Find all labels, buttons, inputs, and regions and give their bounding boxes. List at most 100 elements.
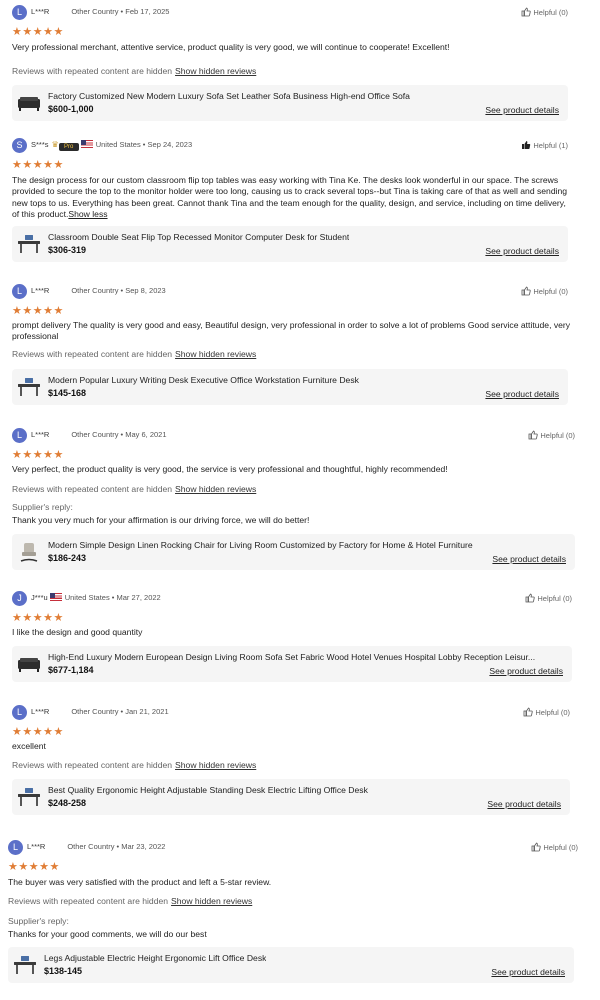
- helpful-button[interactable]: Helpful (0): [531, 842, 578, 852]
- helpful-count: Helpful (0): [543, 843, 578, 852]
- reviewer-country: Other Country: [71, 707, 119, 716]
- sofa-thumbnail: [17, 91, 41, 115]
- product-name[interactable]: Modern Simple Design Linen Rocking Chair…: [48, 540, 473, 550]
- product-name[interactable]: Legs Adjustable Electric Height Ergonomi…: [44, 953, 266, 963]
- reviewer-country: Other Country: [71, 430, 119, 439]
- helpful-button[interactable]: Helpful (1): [521, 140, 568, 150]
- reviewer-meta: S***s ♛ Pro United States • Sep 24, 2023: [31, 140, 193, 151]
- hidden-reviews-text: Reviews with repeated content are hidden: [12, 349, 173, 359]
- show-hidden-reviews-link[interactable]: Show hidden reviews: [175, 760, 256, 770]
- see-product-details-link[interactable]: See product details: [489, 666, 563, 676]
- review-date: Mar 23, 2022: [121, 842, 166, 851]
- product-name[interactable]: High-End Luxury Modern European Design L…: [48, 652, 535, 662]
- show-hidden-reviews-link[interactable]: Show hidden reviews: [171, 896, 252, 906]
- see-product-details-link[interactable]: See product details: [491, 967, 565, 977]
- supplier-reply-label: Supplier's reply:: [8, 916, 69, 926]
- product-name[interactable]: Factory Customized New Modern Luxury Sof…: [48, 91, 410, 101]
- review-body: excellent: [12, 741, 46, 751]
- product-price: $248-258: [48, 798, 87, 808]
- review-header: L L***R Other Country • Feb 17, 2025: [12, 5, 572, 23]
- product-price: $186-243: [48, 553, 87, 563]
- product-card[interactable]: Modern Popular Luxury Writing Desk Execu…: [12, 369, 568, 405]
- product-price: $145-168: [48, 388, 87, 398]
- see-product-details-link[interactable]: See product details: [492, 554, 566, 564]
- review-body: Very professional merchant, attentive se…: [12, 42, 450, 52]
- product-price: $600-1,000: [48, 104, 94, 114]
- reviewer-country: Other Country: [71, 7, 119, 16]
- helpful-button[interactable]: Helpful (0): [528, 430, 575, 440]
- sofa-thumbnail: [17, 652, 41, 676]
- product-card[interactable]: Legs Adjustable Electric Height Ergonomi…: [8, 947, 574, 983]
- see-product-details-link[interactable]: See product details: [485, 389, 559, 399]
- review-text: The design process for our custom classr…: [12, 175, 572, 220]
- show-hidden-reviews-link[interactable]: Show hidden reviews: [175, 484, 256, 494]
- product-price: $677-1,184: [48, 665, 94, 675]
- show-hidden-reviews-link[interactable]: Show hidden reviews: [175, 66, 256, 76]
- see-product-details-link[interactable]: See product details: [485, 105, 559, 115]
- helpful-button[interactable]: Helpful (0): [523, 707, 570, 717]
- hidden-reviews-text: Reviews with repeated content are hidden: [8, 896, 169, 906]
- helpful-button[interactable]: Helpful (0): [521, 7, 568, 17]
- thumbs-up-icon: [521, 141, 533, 150]
- review-body: prompt delivery The quality is very good…: [12, 320, 571, 342]
- product-price: $306-319: [48, 245, 87, 255]
- helpful-count: Helpful (0): [533, 8, 568, 17]
- review-header: S S***s ♛ Pro United States • Sep 24, 2023: [12, 138, 572, 156]
- review-text: Very professional merchant, attentive se…: [12, 42, 572, 53]
- review-header: L L***R Other Country • Mar 23, 2022: [8, 840, 568, 858]
- reviewer-meta: L***R Other Country • Mar 23, 2022: [27, 842, 166, 851]
- product-price: $138-145: [44, 966, 83, 976]
- review-header: J J***u United States • Mar 27, 2022: [12, 591, 572, 609]
- thumbs-up-icon: [525, 593, 537, 603]
- product-name[interactable]: Modern Popular Luxury Writing Desk Execu…: [48, 375, 359, 385]
- chair-thumbnail: [17, 540, 41, 564]
- supplier-reply-text: Thank you very much for your affirmation…: [12, 515, 310, 525]
- reviewer-country: Other Country: [71, 286, 119, 295]
- review-date: Jan 21, 2021: [125, 707, 169, 716]
- review-date: Mar 27, 2022: [116, 593, 161, 602]
- us-flag-icon: [80, 140, 93, 148]
- hidden-reviews-note: Reviews with repeated content are hidden…: [12, 760, 256, 770]
- star-rating: ★★★★★: [12, 726, 64, 738]
- product-card[interactable]: Factory Customized New Modern Luxury Sof…: [12, 85, 568, 121]
- product-card[interactable]: High-End Luxury Modern European Design L…: [12, 646, 572, 682]
- us-flag-icon: [49, 593, 62, 601]
- avatar: J: [12, 591, 27, 606]
- desk-thumbnail: [13, 953, 37, 977]
- see-product-details-link[interactable]: See product details: [487, 799, 561, 809]
- supplier-reply-text: Thanks for your good comments, we will d…: [8, 929, 207, 939]
- reviewer-name: L***R: [31, 707, 50, 716]
- reviewer-meta: J***u United States • Mar 27, 2022: [31, 593, 161, 602]
- show-less-link[interactable]: Show less: [68, 209, 107, 219]
- avatar: L: [12, 284, 27, 299]
- reviewer-country: Other Country: [67, 842, 115, 851]
- show-hidden-reviews-link[interactable]: Show hidden reviews: [175, 349, 256, 359]
- reviewer-country: United States: [95, 140, 141, 149]
- supplier-reply-label: Supplier's reply:: [12, 502, 73, 512]
- review-header: L L***R Other Country • Jan 21, 2021: [12, 705, 572, 723]
- review-date: Sep 24, 2023: [147, 140, 193, 149]
- review-text: I like the design and good quantity: [12, 627, 572, 638]
- see-product-details-link[interactable]: See product details: [485, 246, 559, 256]
- helpful-button[interactable]: Helpful (0): [521, 286, 568, 296]
- review-text: prompt delivery The quality is very good…: [12, 320, 572, 343]
- product-card[interactable]: Classroom Double Seat Flip Top Recessed …: [12, 226, 568, 262]
- product-card[interactable]: Best Quality Ergonomic Height Adjustable…: [12, 779, 570, 815]
- review-header: L L***R Other Country • May 6, 2021: [12, 428, 572, 446]
- reviewer-meta: L***R Other Country • Sep 8, 2023: [31, 286, 166, 295]
- hidden-reviews-note: Reviews with repeated content are hidden…: [12, 484, 256, 494]
- avatar: L: [12, 705, 27, 720]
- review-text: The buyer was very satisfied with the pr…: [8, 877, 568, 888]
- helpful-button[interactable]: Helpful (0): [525, 593, 572, 603]
- review-date: Feb 17, 2025: [125, 7, 170, 16]
- product-card[interactable]: Modern Simple Design Linen Rocking Chair…: [12, 534, 575, 570]
- reviewer-name: L***R: [31, 430, 50, 439]
- star-rating: ★★★★★: [12, 612, 64, 624]
- star-rating: ★★★★★: [12, 159, 64, 171]
- product-name[interactable]: Classroom Double Seat Flip Top Recessed …: [48, 232, 349, 242]
- thumbs-up-icon: [531, 842, 543, 852]
- helpful-count: Helpful (0): [535, 708, 570, 717]
- reviewer-name: L***R: [31, 7, 50, 16]
- helpful-count: Helpful (0): [537, 594, 572, 603]
- product-name[interactable]: Best Quality Ergonomic Height Adjustable…: [48, 785, 368, 795]
